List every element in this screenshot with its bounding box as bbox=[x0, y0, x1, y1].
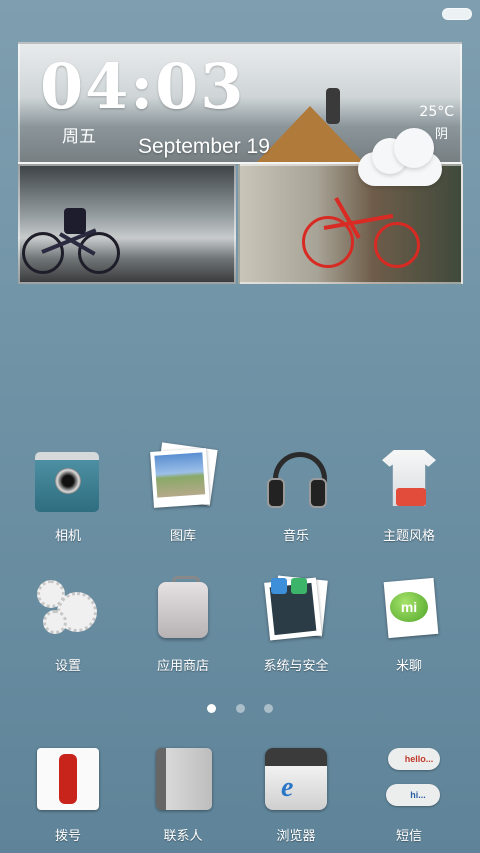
page-dot[interactable] bbox=[207, 704, 217, 713]
status-battery-pill bbox=[442, 8, 472, 20]
widget-photo-bike-seaside bbox=[18, 164, 236, 284]
camera-icon bbox=[33, 444, 103, 514]
app-gallery[interactable]: 图库 bbox=[133, 442, 233, 544]
app-label: 系统与安全 bbox=[263, 659, 329, 674]
app-browser[interactable]: e 浏览器 bbox=[246, 744, 346, 844]
app-camera[interactable]: 相机 bbox=[18, 444, 118, 544]
app-label: 短信 bbox=[395, 829, 422, 844]
gears-icon bbox=[33, 574, 103, 644]
weather-temperature: 25°C bbox=[419, 104, 454, 120]
clock-weekday: 周五 bbox=[62, 127, 96, 147]
page-dot[interactable] bbox=[235, 704, 245, 713]
app-label: 浏览器 bbox=[276, 829, 316, 844]
app-security[interactable]: 系统与安全 bbox=[246, 574, 346, 674]
page-dot[interactable] bbox=[263, 704, 273, 713]
app-label: 米聊 bbox=[395, 659, 422, 674]
app-contacts[interactable]: 联系人 bbox=[133, 744, 233, 844]
app-settings[interactable]: 设置 bbox=[18, 574, 118, 674]
miliao-icon: mi bbox=[374, 574, 444, 644]
app-label: 主题风格 bbox=[382, 529, 435, 544]
page-indicator bbox=[0, 698, 480, 717]
suitcase-icon bbox=[148, 574, 218, 644]
app-store[interactable]: 应用商店 bbox=[133, 574, 233, 674]
gallery-icon bbox=[148, 442, 218, 514]
app-miliao[interactable]: mi 米聊 bbox=[359, 574, 459, 674]
browser-icon: e bbox=[261, 744, 331, 814]
clock-weather-widget[interactable]: 04:03 周五 September 19 25°C 阴 bbox=[18, 42, 463, 284]
app-dialer[interactable]: 拨号 bbox=[18, 744, 118, 844]
app-label: 相机 bbox=[54, 529, 81, 544]
app-label: 拨号 bbox=[54, 829, 81, 844]
app-label: 图库 bbox=[169, 529, 196, 544]
tshirt-icon bbox=[374, 444, 444, 514]
app-themes[interactable]: 主题风格 bbox=[359, 444, 459, 544]
cloud-icon bbox=[358, 128, 442, 186]
app-label: 音乐 bbox=[282, 529, 309, 544]
phone-icon bbox=[33, 744, 103, 814]
sms-icon: hello... hi... bbox=[374, 744, 444, 814]
app-label: 联系人 bbox=[163, 829, 203, 844]
headphones-icon bbox=[261, 444, 331, 514]
app-label: 应用商店 bbox=[156, 659, 209, 674]
app-music[interactable]: 音乐 bbox=[246, 444, 346, 544]
app-messages[interactable]: hello... hi... 短信 bbox=[359, 744, 459, 844]
contacts-icon bbox=[148, 744, 218, 814]
clock-date: September 19 bbox=[138, 135, 270, 158]
security-icon bbox=[261, 574, 331, 644]
app-label: 设置 bbox=[54, 659, 81, 674]
clock-time: 04:03 bbox=[40, 50, 246, 123]
